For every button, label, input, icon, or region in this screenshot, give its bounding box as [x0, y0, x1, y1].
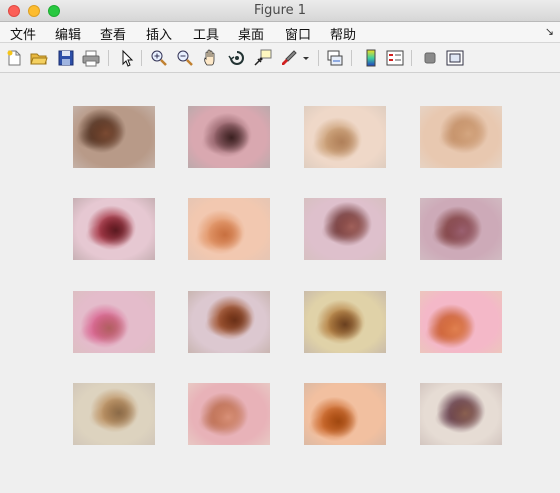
figure-canvas[interactable] — [0, 74, 560, 493]
lesion-image-red-purple-lesion — [73, 198, 155, 260]
lesion-image-mauve-lesion — [420, 198, 502, 260]
menu-file[interactable]: 文件 — [10, 24, 36, 43]
brush-icon[interactable] — [280, 49, 298, 67]
menu-view[interactable]: 查看 — [100, 24, 126, 43]
colorbar-icon[interactable] — [362, 49, 380, 67]
lesion-image-pale-blotch-lesion — [73, 383, 155, 445]
toolbar-separator — [318, 50, 319, 66]
hide-plot-tools-icon[interactable] — [421, 49, 439, 67]
title-bar[interactable]: Figure 1 — [0, 0, 560, 22]
zoom-out-icon[interactable] — [176, 49, 194, 67]
legend-icon[interactable] — [386, 49, 404, 67]
dock-arrow-icon[interactable]: ↘ — [545, 25, 554, 38]
new-figure-icon[interactable] — [5, 49, 23, 67]
show-plot-tools-icon[interactable] — [446, 49, 464, 67]
lesion-image-dark-brown-lesion — [73, 106, 155, 168]
menu-desktop[interactable]: 桌面 — [238, 24, 264, 43]
save-icon[interactable] — [57, 49, 75, 67]
lesion-image-beige-lesion — [304, 291, 386, 353]
lesion-image-orange-vignette-lesion — [304, 383, 386, 445]
menu-tools[interactable]: 工具 — [193, 24, 219, 43]
toolbar-separator — [141, 50, 142, 66]
print-icon[interactable] — [82, 49, 100, 67]
figure-toolbar — [0, 43, 560, 73]
lesion-image-pink-brown-lesion — [188, 383, 270, 445]
window-title: Figure 1 — [253, 3, 307, 18]
menu-window[interactable]: 窗口 — [285, 24, 311, 43]
lesion-image-pink-speckled-lesion — [188, 106, 270, 168]
lesion-image-pink-spot-lesion — [73, 291, 155, 353]
brush-dropdown-icon[interactable] — [301, 49, 311, 67]
pan-hand-icon[interactable] — [202, 49, 220, 67]
menu-help[interactable]: 帮助 — [330, 24, 356, 43]
lesion-image-tan-blotchy-lesion — [304, 106, 386, 168]
lesion-image-orange-pink-lesion — [420, 291, 502, 353]
lesion-image-brown-oval-lesion — [188, 291, 270, 353]
menu-bar: 文件 编辑 查看 插入 工具 桌面 窗口 帮助 ↘ — [0, 22, 560, 43]
zoom-in-icon[interactable] — [150, 49, 168, 67]
lesion-image-peach-lesion — [188, 198, 270, 260]
toolbar-separator — [351, 50, 352, 66]
pointer-icon[interactable] — [118, 49, 136, 67]
data-cursor-icon[interactable] — [254, 49, 272, 67]
lesion-image-dark-small-lesion — [420, 383, 502, 445]
menu-insert[interactable]: 插入 — [146, 24, 172, 43]
lesion-image-light-brown-lesion — [420, 106, 502, 168]
lesion-image-purple-brown-lesion — [304, 198, 386, 260]
toolbar-separator — [411, 50, 412, 66]
rotate-3d-icon[interactable] — [228, 49, 246, 67]
toolbar-separator — [108, 50, 109, 66]
link-plot-icon[interactable] — [326, 49, 344, 67]
menu-edit[interactable]: 编辑 — [55, 24, 81, 43]
figure-window: Figure 1 文件 编辑 查看 插入 工具 桌面 窗口 帮助 ↘ — [0, 0, 560, 493]
open-folder-icon[interactable] — [30, 49, 48, 67]
